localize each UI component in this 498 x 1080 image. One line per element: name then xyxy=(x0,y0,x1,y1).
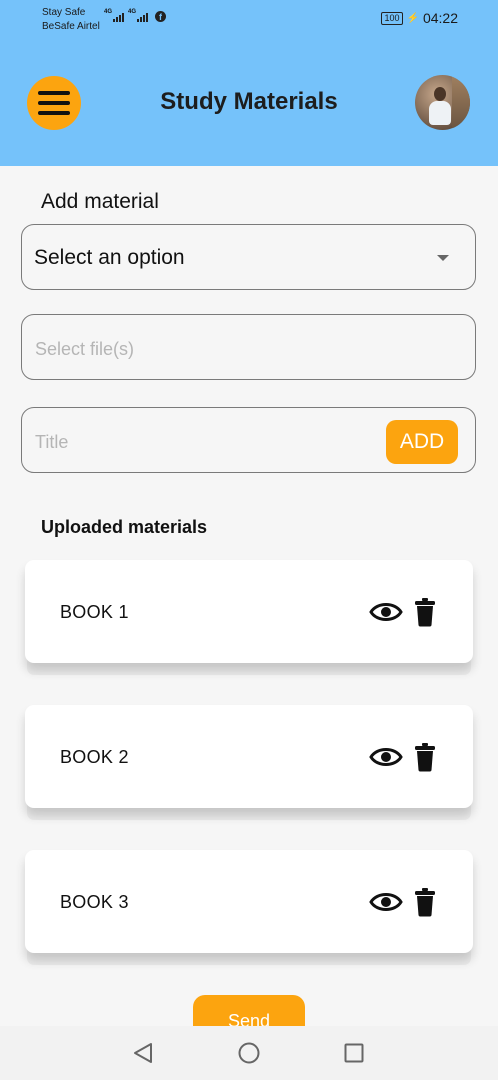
material-card: BOOK 1 xyxy=(25,560,473,663)
back-triangle-icon[interactable] xyxy=(132,1042,154,1064)
title-input[interactable]: Title ADD xyxy=(21,407,476,473)
add-material-label: Add material xyxy=(41,190,159,213)
add-button[interactable]: ADD xyxy=(386,420,458,464)
clock: 04:22 xyxy=(422,10,458,26)
eye-icon[interactable] xyxy=(369,597,403,627)
select-value: Select an option xyxy=(34,246,185,269)
avatar[interactable] xyxy=(415,75,470,130)
file-placeholder: Select file(s) xyxy=(35,339,135,359)
battery-icon: 100 xyxy=(381,11,403,25)
material-card: BOOK 3 xyxy=(25,850,473,953)
status-right: 100 ⚡ 04:22 xyxy=(381,10,458,26)
title-placeholder: Title xyxy=(35,432,69,452)
material-name: BOOK 2 xyxy=(60,747,129,767)
facebook-icon: f xyxy=(155,11,166,22)
app-header: Stay Safe BeSafe Airtel 4G 4G f 100 ⚡ 04… xyxy=(0,0,498,166)
dropdown-caret-icon xyxy=(437,255,449,261)
carrier-info: Stay Safe BeSafe Airtel xyxy=(42,6,100,34)
eye-icon[interactable] xyxy=(369,887,403,917)
trash-icon[interactable] xyxy=(413,742,437,772)
signal-indicators: 4G 4G f xyxy=(104,9,166,22)
material-name: BOOK 3 xyxy=(60,892,129,912)
charging-icon: ⚡ xyxy=(406,12,419,24)
material-type-select[interactable]: Select an option xyxy=(21,224,476,290)
recents-square-icon[interactable] xyxy=(344,1043,364,1063)
carrier-line-2: BeSafe Airtel xyxy=(42,21,100,32)
carrier-line-1: Stay Safe xyxy=(42,7,86,18)
trash-icon[interactable] xyxy=(413,597,437,627)
home-circle-icon[interactable] xyxy=(238,1042,260,1064)
trash-icon[interactable] xyxy=(413,887,437,917)
signal-icon: 4G xyxy=(128,9,148,22)
signal-icon: 4G xyxy=(104,9,124,22)
eye-icon[interactable] xyxy=(369,742,403,772)
material-card: BOOK 2 xyxy=(25,705,473,808)
uploaded-materials-label: Uploaded materials xyxy=(41,517,208,537)
material-name: BOOK 1 xyxy=(60,602,129,622)
network-type-1: 4G xyxy=(104,9,113,15)
file-picker-field[interactable]: Select file(s) xyxy=(21,314,476,380)
network-type-2: 4G xyxy=(128,9,137,15)
system-nav-bar xyxy=(0,1026,498,1080)
